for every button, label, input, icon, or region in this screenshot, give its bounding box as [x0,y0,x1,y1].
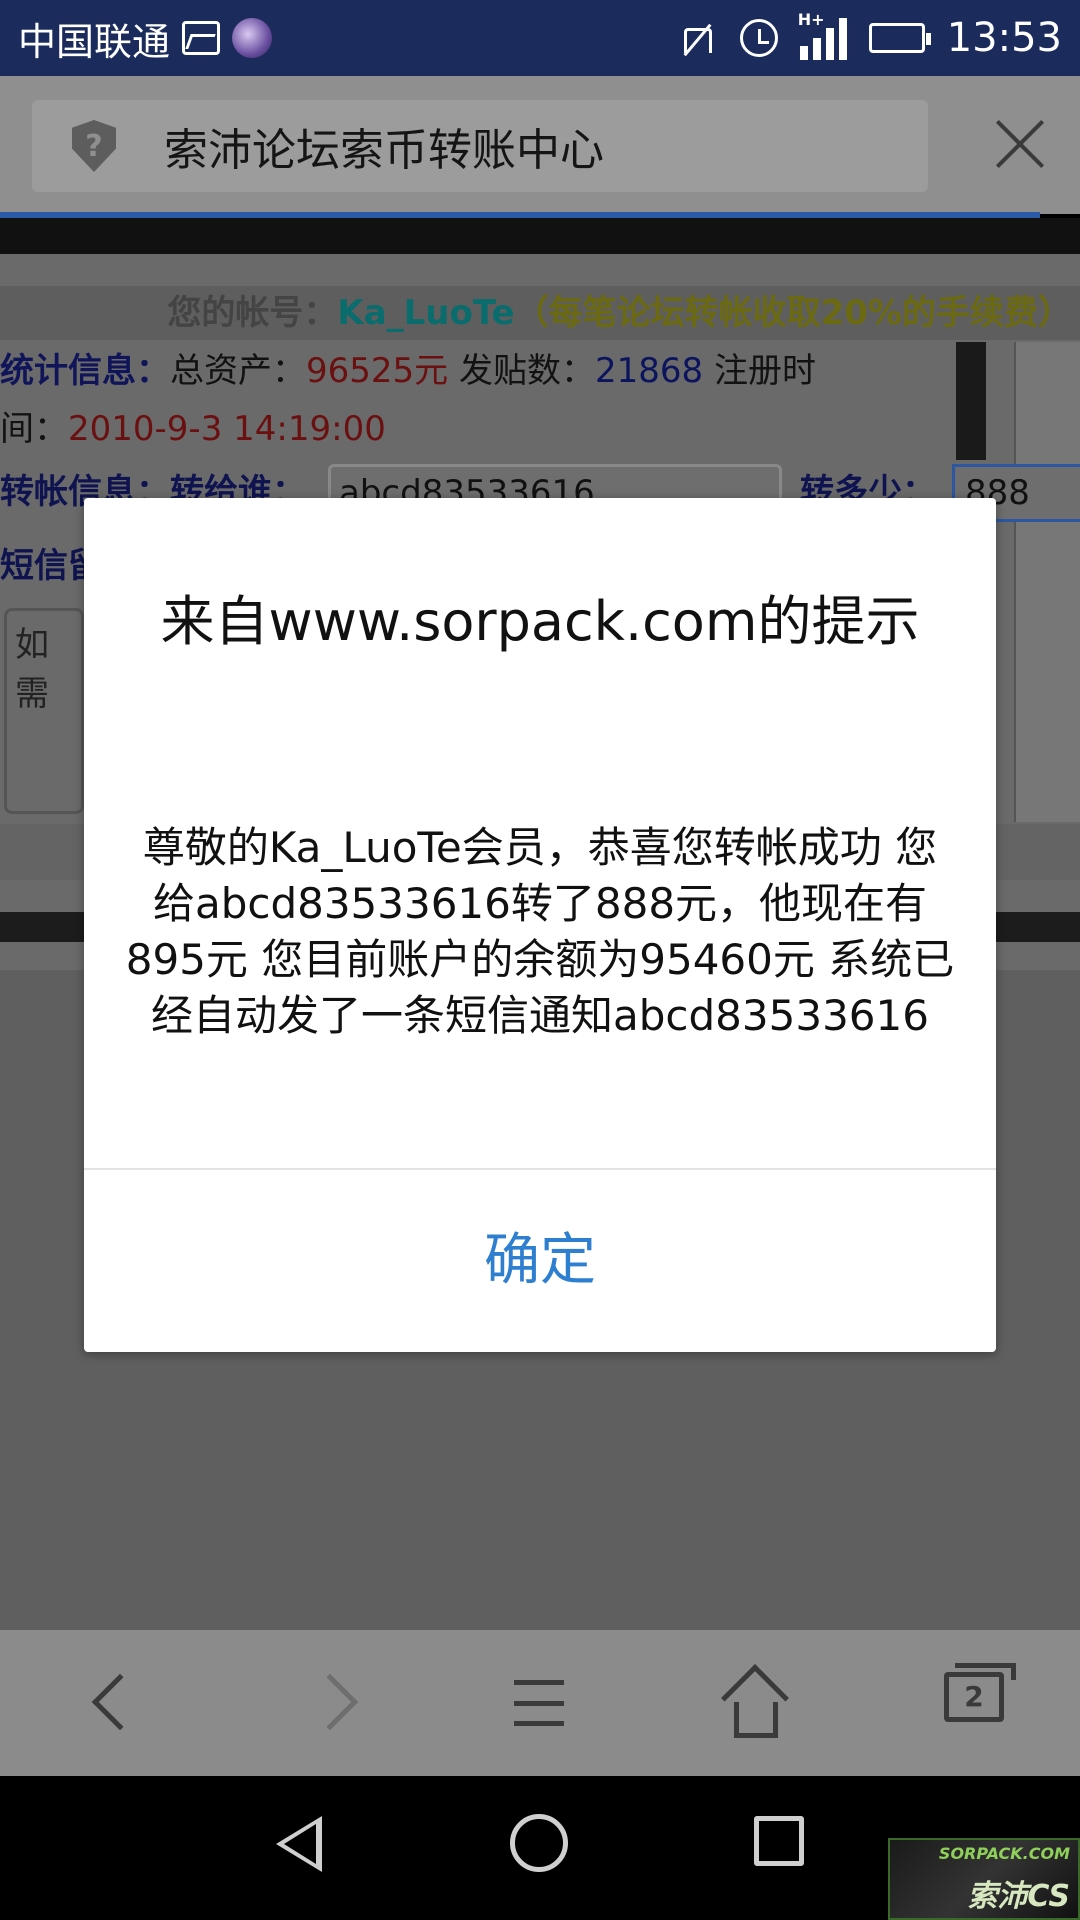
back-chevron-icon [91,1673,149,1731]
dialog-message: 尊敬的Ka_LuoTe会员，恭喜您转帐成功 您给abcd83533616转了88… [125,823,955,1040]
page-title: 索沛论坛索币转账中心 [164,125,604,176]
carrier-name: 中国联通 [18,19,171,64]
mute-icon [678,18,718,58]
signal-icon: H+ [798,10,847,60]
nav-back-icon[interactable] [276,1816,322,1872]
assets-label: 总资产： [170,351,306,391]
account-name: Ka_LuoTe [337,293,515,333]
page-header-strip [0,218,1080,254]
menu-button[interactable] [488,1658,588,1748]
watermark-site: SORPACK.COM [938,1844,1070,1863]
forward-chevron-icon [301,1673,359,1731]
app-notification-icon [232,18,273,58]
sms-textarea[interactable]: 如需 [4,608,84,814]
network-type-label: H+ [797,10,825,29]
back-button[interactable] [60,1658,160,1748]
account-row: 您的帐号：Ka_LuoTe（每笔论坛转帐收取20%的手续费） [0,286,1080,340]
fee-note: （每笔论坛转帐收取20%的手续费） [514,293,1072,333]
browser-toolbar: 2 [0,1630,1080,1776]
account-label: 您的帐号： [167,293,338,333]
close-icon[interactable] [990,116,1050,176]
browser-title-bar: ? 索沛论坛索币转账中心 [0,76,1080,214]
side-panel [1014,342,1080,822]
assets-value: 96525元 [306,351,449,391]
watermark-brand: 索沛CS [967,1879,1070,1914]
status-bar: 中国联通 H+ 13:53 [0,0,1080,76]
forward-button[interactable] [290,1658,390,1748]
home-button[interactable] [706,1658,806,1748]
battery-icon [868,23,931,53]
stats-label: 统计信息： [0,351,170,391]
nav-recents-icon[interactable] [754,1816,804,1866]
posts-value: 21868 [594,351,704,391]
alarm-icon [739,19,778,57]
dialog-title: 来自www.sorpack.com的提示 [160,590,920,653]
inner-scrollbar[interactable] [956,342,986,460]
tabs-button[interactable]: 2 [920,1658,1020,1748]
reg-label-cont: 间： [0,409,68,449]
posts-label: 发贴数： [458,351,595,391]
url-field[interactable]: ? 索沛论坛索币转账中心 [32,100,928,192]
image-notification-icon [182,21,221,55]
reg-label: 注册时 [713,351,816,391]
nav-home-icon[interactable] [510,1814,568,1872]
site-watermark-logo: SORPACK.COM 索沛CS [888,1838,1080,1920]
menu-icon [514,1680,564,1726]
alert-dialog: 来自www.sorpack.com的提示 尊敬的Ka_LuoTe会员，恭喜您转帐… [84,498,996,1352]
security-shield-icon[interactable]: ? [72,120,116,172]
reg-value: 2010-9-3 14:19:00 [68,409,386,449]
home-icon [721,1664,789,1738]
ok-button[interactable]: 确定 [84,1170,996,1352]
stats-info: 统计信息：总资产：96525元 发贴数：21868 注册时 间：2010-9-3… [0,342,960,458]
tabs-icon: 2 [944,1663,1016,1722]
clock: 13:53 [946,15,1062,61]
